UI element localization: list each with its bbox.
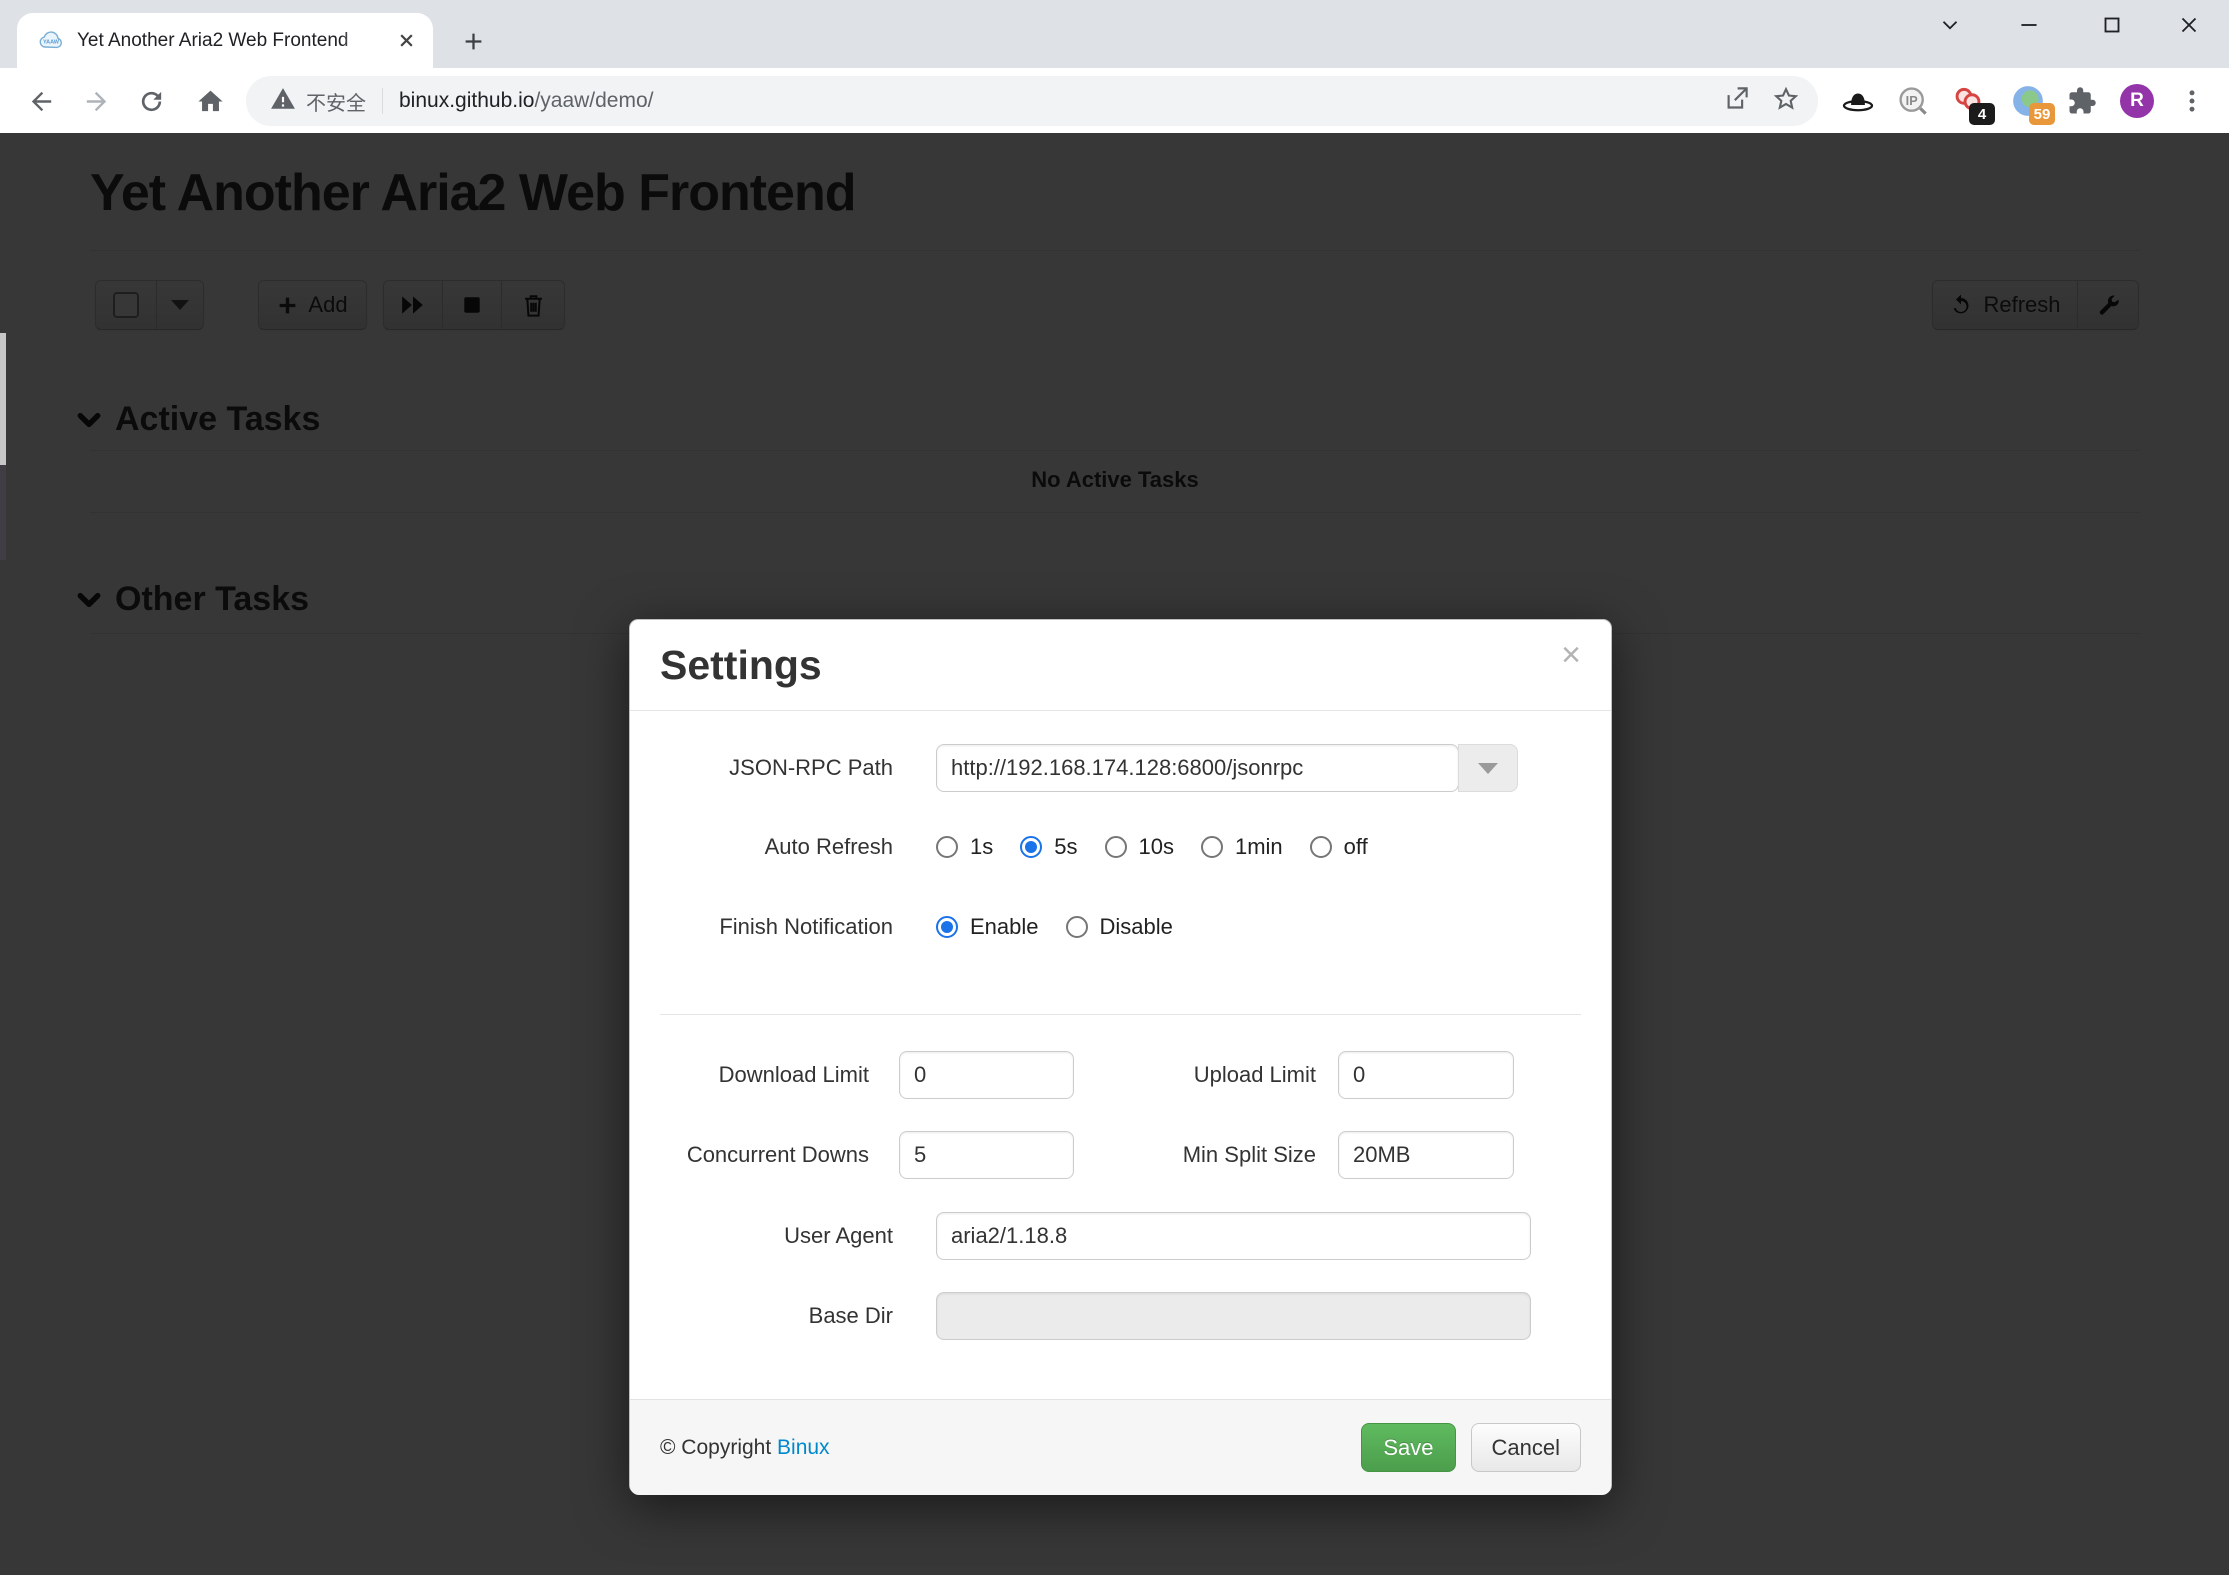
svg-text:IP: IP: [1906, 94, 1919, 108]
window-close-button[interactable]: [2172, 8, 2206, 42]
extensions-puzzle-icon[interactable]: [2062, 81, 2102, 121]
auto-refresh-label: Auto Refresh: [630, 823, 893, 871]
radio-icon: [1310, 836, 1332, 858]
window-maximize-button[interactable]: [2095, 8, 2129, 42]
globe-extension-badge: 59: [2029, 103, 2055, 125]
user-agent-row: User Agent: [630, 1212, 1611, 1260]
radio-option-label: 1min: [1235, 834, 1283, 860]
globe-extension-icon[interactable]: 59: [2008, 81, 2048, 121]
share-icon[interactable]: [1723, 85, 1750, 117]
user-agent-input[interactable]: [936, 1212, 1531, 1260]
window-chevron-icon[interactable]: [1933, 8, 1967, 42]
base-dir-row: Base Dir: [630, 1292, 1611, 1340]
upload-limit-label: Upload Limit: [1080, 1051, 1316, 1099]
user-agent-label: User Agent: [630, 1212, 893, 1260]
settings-modal-header: Settings ×: [630, 620, 1611, 711]
auto-refresh-option-1s[interactable]: 1s: [936, 834, 993, 860]
limits-row: Download Limit Upload Limit: [630, 1051, 1611, 1099]
hat-extension-icon[interactable]: [1838, 81, 1878, 121]
save-button[interactable]: Save: [1361, 1423, 1455, 1472]
concurrent-downs-label: Concurrent Downs: [630, 1131, 869, 1179]
auto-refresh-row: Auto Refresh 1s 5s 10s 1min off: [630, 823, 1611, 871]
settings-modal-footer: © Copyright Binux Save Cancel: [630, 1399, 1611, 1495]
min-split-size-input[interactable]: [1338, 1131, 1514, 1179]
modal-body-divider: [660, 1014, 1581, 1015]
settings-modal-title: Settings: [660, 642, 1581, 688]
jsonrpc-history-dropdown-button[interactable]: [1458, 744, 1518, 792]
concurrent-downs-input[interactable]: [899, 1131, 1074, 1179]
ip-lookup-extension-icon[interactable]: IP: [1893, 81, 1933, 121]
finish-notification-option-disable[interactable]: Disable: [1066, 914, 1173, 940]
window-minimize-button[interactable]: [2012, 8, 2046, 42]
bookmark-star-icon[interactable]: [1772, 85, 1800, 118]
finish-notification-row: Finish Notification Enable Disable: [630, 903, 1611, 951]
address-bar[interactable]: 不安全 binux.github.io/yaaw/demo/: [246, 76, 1818, 126]
copyright-text: © Copyright Binux: [660, 1436, 830, 1460]
radio-option-label: off: [1344, 834, 1368, 860]
radio-option-label: 1s: [970, 834, 993, 860]
download-limit-input[interactable]: [899, 1051, 1074, 1099]
home-button[interactable]: [188, 79, 232, 123]
browser-navbar: 不安全 binux.github.io/yaaw/demo/ IP 4: [0, 68, 2229, 133]
red-extension-icon[interactable]: 4: [1948, 81, 1988, 121]
not-secure-warning-icon[interactable]: [270, 86, 296, 117]
radio-option-label: 10s: [1139, 834, 1174, 860]
upload-limit-input[interactable]: [1338, 1051, 1514, 1099]
radio-icon: [936, 916, 958, 938]
back-button[interactable]: [19, 79, 63, 123]
settings-close-button[interactable]: ×: [1561, 640, 1581, 670]
browser-menu-kebab-icon[interactable]: [2172, 81, 2212, 121]
auto-refresh-option-5s[interactable]: 5s: [1020, 834, 1077, 860]
auto-refresh-option-10s[interactable]: 10s: [1105, 834, 1174, 860]
svg-text:YAAW: YAAW: [43, 39, 60, 45]
jsonrpc-path-row: JSON-RPC Path: [630, 744, 1611, 792]
cancel-button[interactable]: Cancel: [1471, 1423, 1581, 1472]
not-secure-label: 不安全: [306, 87, 366, 116]
finish-notification-option-enable[interactable]: Enable: [936, 914, 1039, 940]
profile-avatar[interactable]: R: [2117, 81, 2157, 121]
browser-tab[interactable]: YAAW Yet Another Aria2 Web Frontend: [17, 13, 433, 68]
red-extension-badge: 4: [1969, 103, 1995, 125]
forward-button[interactable]: [74, 79, 118, 123]
radio-icon: [936, 836, 958, 858]
base-dir-input: [936, 1292, 1531, 1340]
left-edge-artifact-dark: [0, 465, 6, 560]
radio-icon: [1201, 836, 1223, 858]
finish-notification-label: Finish Notification: [630, 903, 893, 951]
browser-titlebar: YAAW Yet Another Aria2 Web Frontend: [0, 0, 2229, 68]
min-split-size-label: Min Split Size: [1080, 1131, 1316, 1179]
radio-option-label: Enable: [970, 914, 1039, 940]
radio-option-label: Disable: [1100, 914, 1173, 940]
radio-icon: [1066, 916, 1088, 938]
jsonrpc-path-input[interactable]: [936, 744, 1459, 792]
radio-icon: [1105, 836, 1127, 858]
reload-button[interactable]: [129, 79, 173, 123]
auto-refresh-option-1min[interactable]: 1min: [1201, 834, 1283, 860]
tab-title: Yet Another Aria2 Web Frontend: [77, 30, 377, 52]
binux-link[interactable]: Binux: [777, 1436, 830, 1459]
download-limit-label: Download Limit: [630, 1051, 869, 1099]
browser-window: YAAW Yet Another Aria2 Web Frontend: [0, 0, 2229, 1575]
yaaw-favicon-icon: YAAW: [37, 27, 65, 55]
base-dir-label: Base Dir: [630, 1292, 893, 1340]
caret-down-icon: [1478, 763, 1498, 774]
jsonrpc-path-label: JSON-RPC Path: [630, 744, 893, 792]
tab-close-icon[interactable]: [393, 28, 419, 54]
settings-modal: Settings × JSON-RPC Path Auto Refresh 1s…: [629, 619, 1612, 1494]
radio-icon: [1020, 836, 1042, 858]
left-edge-artifact-light: [0, 333, 6, 465]
concurrent-split-row: Concurrent Downs Min Split Size: [630, 1131, 1611, 1179]
radio-option-label: 5s: [1054, 834, 1077, 860]
finish-notification-radio-group: Enable Disable: [936, 903, 1173, 951]
page-viewport: Yet Another Aria2 Web Frontend Add: [0, 133, 2229, 1575]
new-tab-button[interactable]: [450, 18, 496, 64]
auto-refresh-option-off[interactable]: off: [1310, 834, 1368, 860]
auto-refresh-radio-group: 1s 5s 10s 1min off: [936, 823, 1368, 871]
url-text[interactable]: binux.github.io/yaaw/demo/: [399, 89, 654, 113]
omnibox-separator: [382, 88, 383, 114]
